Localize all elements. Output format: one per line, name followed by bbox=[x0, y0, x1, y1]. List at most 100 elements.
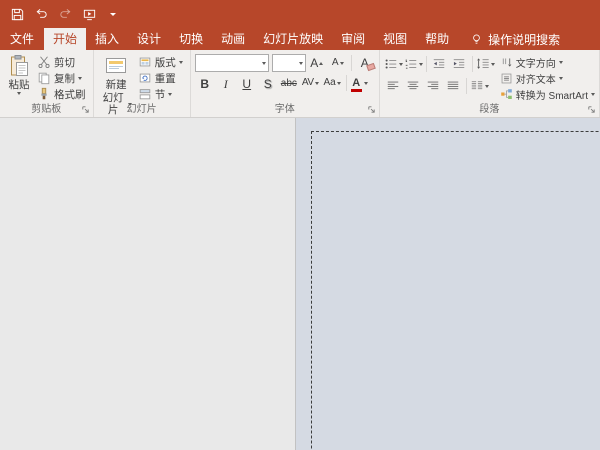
tell-me-label: 操作说明搜索 bbox=[488, 31, 560, 48]
customize-qat-button[interactable] bbox=[102, 4, 124, 24]
font-name-combo[interactable] bbox=[195, 54, 269, 72]
paragraph-group-label: 段落 bbox=[380, 104, 599, 116]
paste-icon bbox=[7, 54, 31, 78]
text-direction-label: 文字方向 bbox=[516, 55, 556, 70]
clear-formatting-icon bbox=[366, 63, 376, 71]
increase-indent-button[interactable] bbox=[450, 55, 469, 73]
align-right-icon bbox=[426, 79, 440, 93]
section-button[interactable]: 节 bbox=[135, 86, 186, 102]
tab-design[interactable]: 设计 bbox=[128, 28, 170, 50]
tab-review[interactable]: 审阅 bbox=[332, 28, 374, 50]
increase-font-letter: A bbox=[310, 55, 318, 71]
dialog-launcher-icon bbox=[367, 105, 376, 114]
decrease-font-button[interactable]: A bbox=[328, 54, 348, 72]
reset-icon bbox=[138, 71, 152, 85]
increase-indent-icon bbox=[452, 57, 466, 71]
tab-file[interactable]: 文件 bbox=[0, 28, 44, 50]
paragraph-separator-2 bbox=[472, 56, 473, 72]
content-placeholder[interactable] bbox=[311, 131, 600, 450]
bullets-button[interactable] bbox=[384, 55, 403, 73]
main-content bbox=[0, 118, 600, 450]
character-spacing-dropdown-icon bbox=[315, 82, 319, 85]
increase-font-button[interactable]: A bbox=[307, 54, 327, 72]
decrease-indent-button[interactable] bbox=[430, 55, 449, 73]
tell-me-search[interactable]: 操作说明搜索 bbox=[470, 28, 560, 50]
redo-button[interactable] bbox=[54, 4, 76, 24]
font-color-button[interactable]: A bbox=[350, 74, 363, 92]
slide-canvas[interactable] bbox=[296, 118, 600, 450]
save-button[interactable] bbox=[6, 4, 28, 24]
convert-to-smartart-button[interactable]: 转换为 SmartArt bbox=[500, 86, 595, 102]
paragraph-dialog-launcher[interactable] bbox=[586, 104, 597, 115]
slides-group-label: 幻灯片 bbox=[94, 104, 190, 116]
slide-thumbnails-pane[interactable] bbox=[0, 118, 296, 450]
tab-insert[interactable]: 插入 bbox=[86, 28, 128, 50]
clipboard-dialog-launcher[interactable] bbox=[80, 104, 91, 115]
character-spacing-button[interactable]: AV bbox=[300, 74, 321, 92]
new-slide-label-line1: 新建 bbox=[106, 79, 127, 91]
paste-dropdown-icon bbox=[17, 92, 21, 95]
layout-dropdown-icon bbox=[179, 61, 183, 64]
numbering-icon bbox=[404, 57, 418, 71]
font-dialog-launcher[interactable] bbox=[366, 104, 377, 115]
change-case-button[interactable]: Aa bbox=[322, 74, 343, 92]
align-left-icon bbox=[386, 79, 400, 93]
bold-button[interactable]: B bbox=[195, 74, 215, 92]
start-slideshow-button[interactable] bbox=[78, 4, 100, 24]
align-right-button[interactable] bbox=[424, 77, 443, 95]
bullets-dropdown-icon bbox=[399, 63, 403, 66]
tab-help[interactable]: 帮助 bbox=[416, 28, 458, 50]
change-case-dropdown-icon bbox=[337, 82, 341, 85]
italic-button[interactable]: I bbox=[216, 74, 236, 92]
columns-icon bbox=[470, 79, 484, 93]
group-slides: 新建 幻灯片 版式 重置 bbox=[94, 50, 191, 117]
text-direction-button[interactable]: 文字方向 bbox=[500, 54, 595, 70]
reset-label: 重置 bbox=[155, 71, 176, 86]
group-clipboard: 粘贴 剪切 复制 格式刷 bbox=[0, 50, 94, 117]
numbering-button[interactable] bbox=[404, 55, 423, 73]
start-slideshow-icon bbox=[82, 7, 97, 22]
font-color-dropdown-icon[interactable] bbox=[364, 82, 368, 85]
tab-view[interactable]: 视图 bbox=[374, 28, 416, 50]
smartart-icon bbox=[500, 88, 513, 101]
line-spacing-button[interactable] bbox=[476, 55, 495, 73]
paragraph-separator-3 bbox=[466, 78, 467, 94]
layout-icon bbox=[138, 55, 152, 69]
copy-button[interactable]: 复制 bbox=[34, 70, 89, 86]
tab-home[interactable]: 开始 bbox=[44, 28, 86, 50]
section-icon bbox=[138, 87, 152, 101]
text-shadow-button[interactable]: S bbox=[258, 74, 278, 92]
group-font: A A A B I U S abc AV Aa bbox=[191, 50, 380, 117]
title-bar bbox=[0, 0, 600, 28]
increase-font-icon bbox=[319, 62, 323, 65]
decrease-indent-icon bbox=[432, 57, 446, 71]
tab-animations[interactable]: 动画 bbox=[212, 28, 254, 50]
align-text-button[interactable]: 对齐文本 bbox=[500, 70, 595, 86]
format-painter-button[interactable]: 格式刷 bbox=[34, 86, 89, 102]
tab-transitions[interactable]: 切换 bbox=[170, 28, 212, 50]
justify-button[interactable] bbox=[444, 77, 463, 95]
clear-formatting-button[interactable]: A bbox=[355, 54, 375, 72]
cut-icon bbox=[37, 55, 51, 69]
powerpoint-window: { "colors": { "brand_red": "#B7472A", "r… bbox=[0, 0, 600, 450]
bullets-icon bbox=[384, 57, 398, 71]
underline-button[interactable]: U bbox=[237, 74, 257, 92]
clipboard-small-buttons: 剪切 复制 格式刷 bbox=[34, 53, 89, 102]
paste-button[interactable]: 粘贴 bbox=[4, 53, 34, 96]
text-direction-icon bbox=[500, 56, 513, 69]
columns-dropdown-icon bbox=[485, 85, 489, 88]
font-size-combo[interactable] bbox=[272, 54, 306, 72]
undo-button[interactable] bbox=[30, 4, 52, 24]
layout-button[interactable]: 版式 bbox=[135, 54, 186, 70]
paste-label: 粘贴 bbox=[9, 79, 30, 91]
strikethrough-button[interactable]: abc bbox=[279, 74, 299, 92]
align-center-button[interactable] bbox=[404, 77, 423, 95]
ribbon-tab-bar: 文件 开始 插入 设计 切换 动画 幻灯片放映 审阅 视图 帮助 操作说明搜索 bbox=[0, 28, 600, 50]
tab-slideshow[interactable]: 幻灯片放映 bbox=[254, 28, 332, 50]
align-left-button[interactable] bbox=[384, 77, 403, 95]
cut-button[interactable]: 剪切 bbox=[34, 54, 89, 70]
columns-button[interactable] bbox=[470, 77, 489, 95]
reset-button[interactable]: 重置 bbox=[135, 70, 186, 86]
paragraph-row-2 bbox=[384, 76, 495, 96]
font-color-icon bbox=[351, 89, 362, 92]
